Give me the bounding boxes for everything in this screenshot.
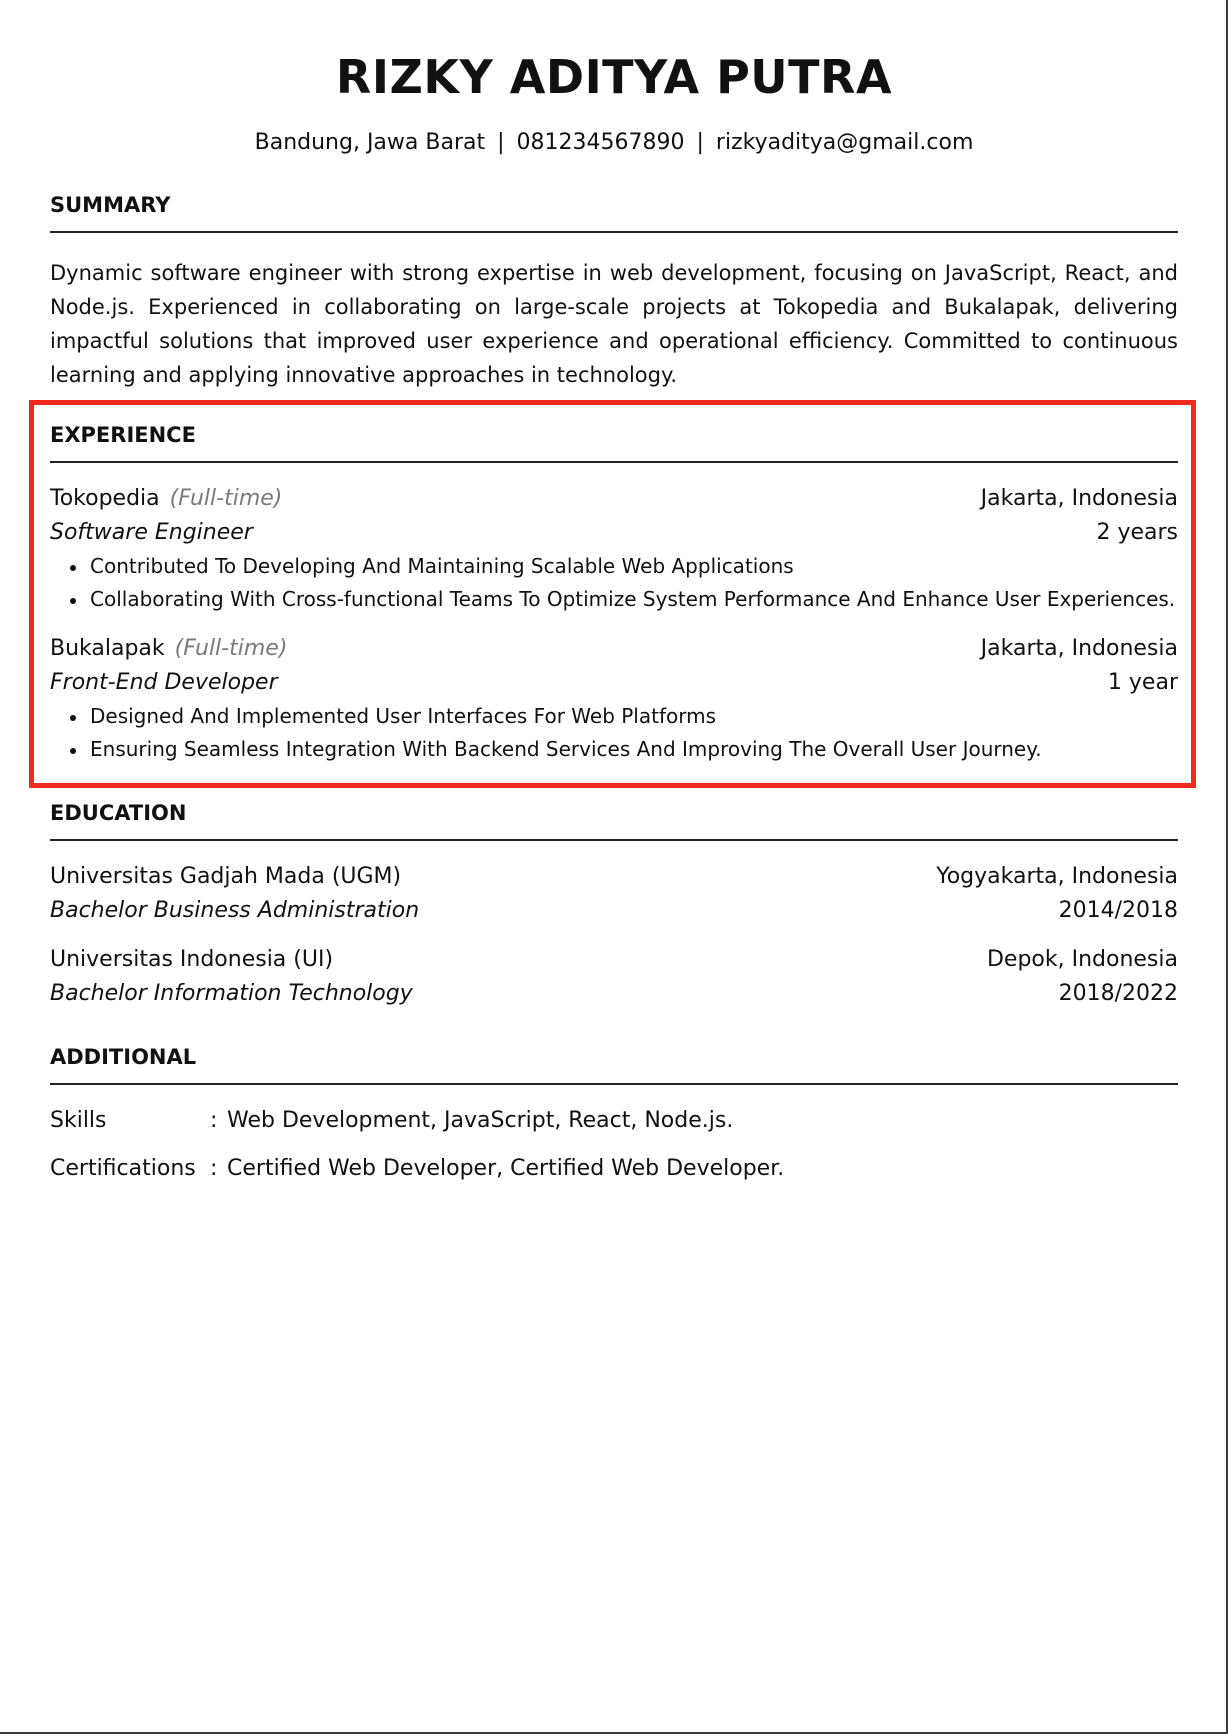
school-years: 2018/2022: [1058, 981, 1178, 1006]
job-location: Jakarta, Indonesia: [980, 636, 1178, 661]
job-company-block: Bukalapak (Full-time): [50, 632, 287, 666]
additional-heading: ADDITIONAL: [50, 1045, 1178, 1085]
experience-heading: EXPERIENCE: [50, 423, 1178, 463]
job-bullet: Designed And Implemented User Interfaces…: [70, 700, 1218, 733]
job-bullet-list: Designed And Implemented User Interfaces…: [50, 700, 1218, 766]
job-role-row: Front-End Developer 1 year: [50, 666, 1178, 700]
job-role: Software Engineer: [50, 520, 253, 545]
additional-colon: :: [210, 1156, 218, 1181]
school-location: Depok, Indonesia: [986, 947, 1178, 972]
contact-location: Bandung, Jawa Barat: [254, 130, 486, 155]
job-bullet: Contributed To Developing And Maintainin…: [70, 550, 1218, 583]
job-bullet: Ensuring Seamless Integration With Backe…: [70, 733, 1218, 766]
job-header-row: Tokopedia (Full-time) Jakarta, Indonesia: [50, 482, 1178, 516]
school-degree-row: Bachelor Business Administration 2014/20…: [50, 894, 1178, 928]
job-role: Front-End Developer: [50, 670, 278, 695]
school-degree-row: Bachelor Information Technology 2018/202…: [50, 977, 1178, 1011]
job-location: Jakarta, Indonesia: [980, 486, 1178, 511]
school-header-row: Universitas Gadjah Mada (UGM) Yogyakarta…: [50, 860, 1178, 894]
job-duration: 1 year: [1107, 670, 1178, 695]
school-location: Yogyakarta, Indonesia: [936, 864, 1178, 889]
job-company: Bukalapak: [50, 636, 165, 661]
additional-row-certifications: Certifications : Certified Web Developer…: [50, 1152, 1178, 1186]
resume-page: RIZKY ADITYA PUTRA Bandung, Jawa Barat | 0…: [0, 0, 1228, 1734]
additional-row-skills: Skills : Web Development, JavaScript, Re…: [50, 1104, 1178, 1138]
contact-separator: |: [497, 130, 505, 155]
contact-email: rizkyaditya@gmail.com: [715, 130, 974, 155]
school-degree: Bachelor Information Technology: [50, 981, 413, 1006]
additional-label: Certifications: [50, 1156, 196, 1181]
school-header-row: Universitas Indonesia (UI) Depok, Indone…: [50, 943, 1178, 977]
school-name: Universitas Gadjah Mada (UGM): [50, 864, 402, 889]
job-type: (Full-time): [169, 486, 283, 511]
job-company-block: Tokopedia (Full-time): [50, 482, 282, 516]
job-company: Tokopedia: [50, 486, 160, 511]
job-role-row: Software Engineer 2 years: [50, 516, 1178, 550]
school-name: Universitas Indonesia (UI): [50, 947, 334, 972]
candidate-name: RIZKY ADITYA PUTRA: [335, 50, 893, 104]
job-duration: 2 years: [1096, 520, 1178, 545]
job-bullet: Collaborating With Cross-functional Team…: [70, 583, 1218, 616]
summary-text: Dynamic software engineer with strong ex…: [50, 261, 1178, 387]
education-heading: EDUCATION: [50, 801, 1178, 841]
additional-label: Skills: [50, 1108, 107, 1133]
contact-separator: |: [696, 130, 704, 155]
summary-heading: SUMMARY: [50, 193, 1178, 233]
job-bullet-list: Contributed To Developing And Maintainin…: [50, 550, 1218, 616]
contact-phone: 081234567890: [516, 130, 685, 155]
contact-line: Bandung, Jawa Barat | 081234567890 | rizkyad…: [50, 130, 1178, 155]
job-type: (Full-time): [174, 636, 288, 661]
job-header-row: Bukalapak (Full-time) Jakarta, Indonesia: [50, 632, 1178, 666]
additional-value: Certified Web Developer, Certified Web D…: [227, 1156, 785, 1181]
additional-colon: :: [210, 1108, 218, 1133]
school-years: 2014/2018: [1058, 898, 1178, 923]
school-degree: Bachelor Business Administration: [50, 898, 420, 923]
additional-value: Web Development, JavaScript, React, Node…: [227, 1108, 734, 1133]
